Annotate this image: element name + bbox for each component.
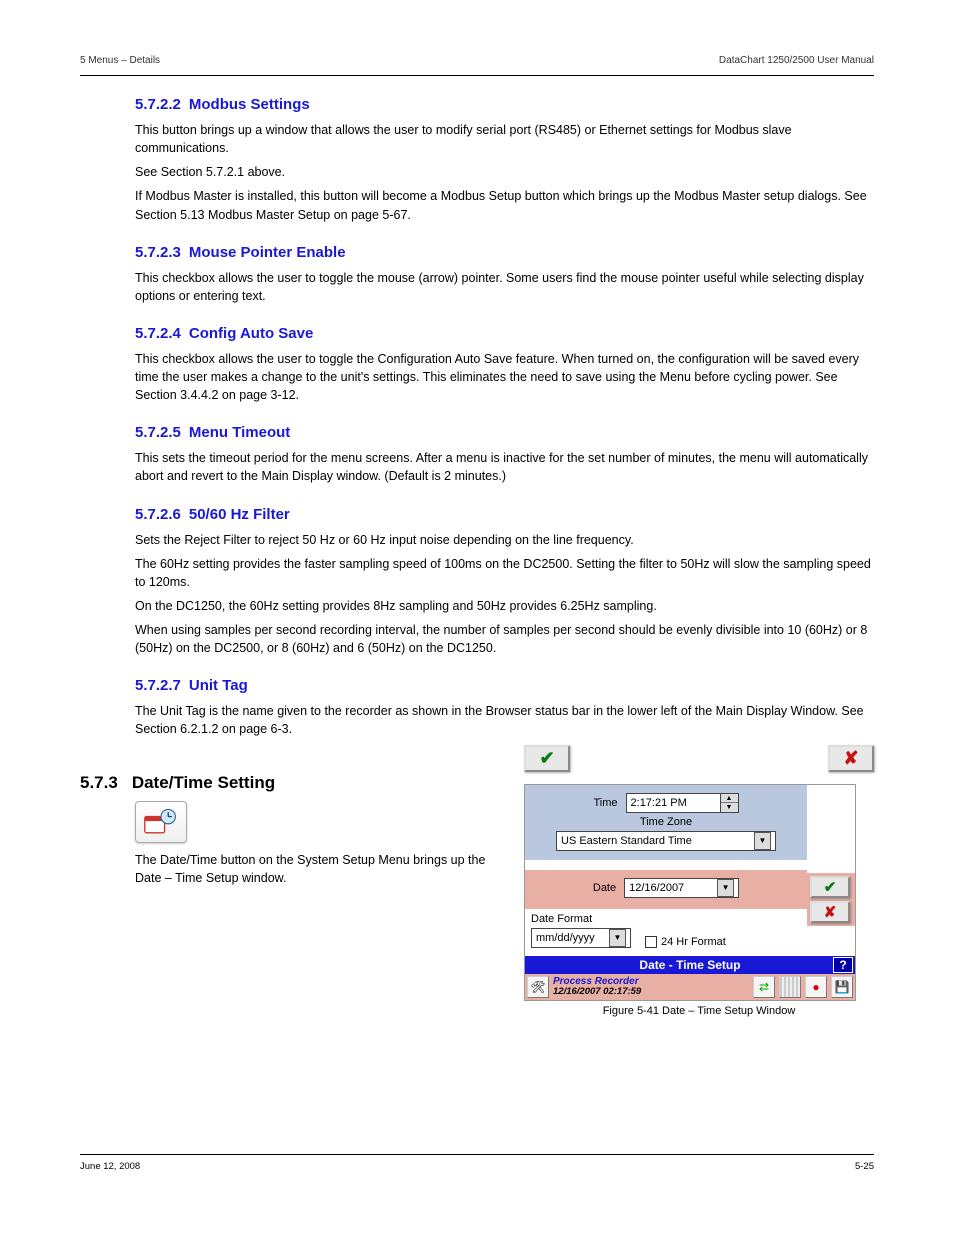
para: This checkbox allows the user to toggle … (135, 269, 874, 305)
para: This sets the timeout period for the men… (135, 449, 874, 485)
time-spinner[interactable]: 2:17:21 PM ▲ ▼ (626, 793, 739, 813)
transfer-icon[interactable]: ⇄ (753, 976, 775, 998)
24hr-checkbox[interactable]: 24 Hr Format (645, 936, 726, 948)
ok-button[interactable]: ✔ (524, 745, 570, 772)
para: Sets the Reject Filter to reject 50 Hz o… (135, 531, 874, 549)
chevron-down-icon[interactable]: ▼ (717, 879, 734, 897)
dateformat-combo[interactable]: mm/dd/yyyy ▼ (531, 928, 631, 948)
para: The Date/Time button on the System Setup… (135, 851, 504, 887)
para: This checkbox allows the user to toggle … (135, 350, 874, 404)
date-label: Date (593, 882, 616, 894)
dateformat-label: Date Format (531, 913, 631, 925)
grid-icon[interactable] (779, 976, 801, 998)
time-label: Time (593, 797, 617, 809)
para: When using samples per second recording … (135, 621, 874, 657)
cancel-button[interactable]: ✘ (828, 745, 874, 772)
help-icon[interactable]: ? (833, 957, 853, 973)
status-bar: 🛠 Process Recorder 12/16/2007 02:17:59 ⇄… (525, 974, 855, 1000)
header-left: 5 Menus – Details (80, 55, 160, 66)
para: If Modbus Master is installed, this butt… (135, 187, 874, 223)
date-combo[interactable]: 12/16/2007 ▼ (624, 878, 739, 898)
header-right: DataChart 1250/2500 User Manual (719, 55, 874, 66)
time-value: 2:17:21 PM (626, 793, 721, 813)
header-rule (80, 75, 874, 76)
para: The 60Hz setting provides the faster sam… (135, 555, 874, 591)
alert-icon[interactable]: ● (805, 976, 827, 998)
para: On the DC1250, the 60Hz setting provides… (135, 597, 874, 615)
datetime-icon (135, 801, 187, 843)
heading-mouse: 5.7.2.3Mouse Pointer Enable (135, 244, 874, 261)
heading-timeout: 5.7.2.5Menu Timeout (135, 424, 874, 441)
heading-unittag: 5.7.2.7Unit Tag (135, 677, 874, 694)
heading-autosave: 5.7.2.4Config Auto Save (135, 325, 874, 342)
tz-label: Time Zone (640, 816, 692, 828)
checkbox-icon[interactable] (645, 936, 657, 948)
apply-button[interactable]: ✔ (810, 876, 850, 898)
heading-filter: 5.7.2.650/60 Hz Filter (135, 506, 874, 523)
chevron-down-icon[interactable]: ▼ (609, 929, 626, 947)
para: See Section 5.7.2.1 above. (135, 163, 874, 181)
figure-caption: Figure 5-41 Date – Time Setup Window (524, 1005, 874, 1017)
revert-button[interactable]: ✘ (810, 901, 850, 923)
timezone-combo[interactable]: US Eastern Standard Time ▼ (556, 831, 776, 851)
heading-datetime: 5.7.3Date/Time Setting (80, 773, 504, 793)
tool-icon[interactable]: 🛠 (527, 976, 549, 998)
disk-icon[interactable]: 💾 (831, 976, 853, 998)
date-panel: Date 12/16/2007 ▼ (525, 870, 807, 909)
spin-down-icon[interactable]: ▼ (721, 803, 738, 812)
time-panel: Time 2:17:21 PM ▲ ▼ Time Zone (525, 785, 807, 860)
footer-left: June 12, 2008 (80, 1161, 140, 1172)
para: This button brings up a window that allo… (135, 121, 874, 157)
footer-right: 5-25 (855, 1161, 874, 1172)
status-time: 12/16/2007 02:17:59 (553, 987, 749, 997)
spin-up-icon[interactable]: ▲ (721, 794, 738, 803)
footer-rule (80, 1154, 874, 1155)
datetime-dialog: Time 2:17:21 PM ▲ ▼ Time Zone (524, 784, 856, 1001)
heading-modbus: 5.7.2.2Modbus Settings (135, 96, 874, 113)
para: The Unit Tag is the name given to the re… (135, 702, 874, 738)
dialog-title-bar: Date - Time Setup ? (525, 956, 855, 974)
chevron-down-icon[interactable]: ▼ (754, 832, 771, 850)
